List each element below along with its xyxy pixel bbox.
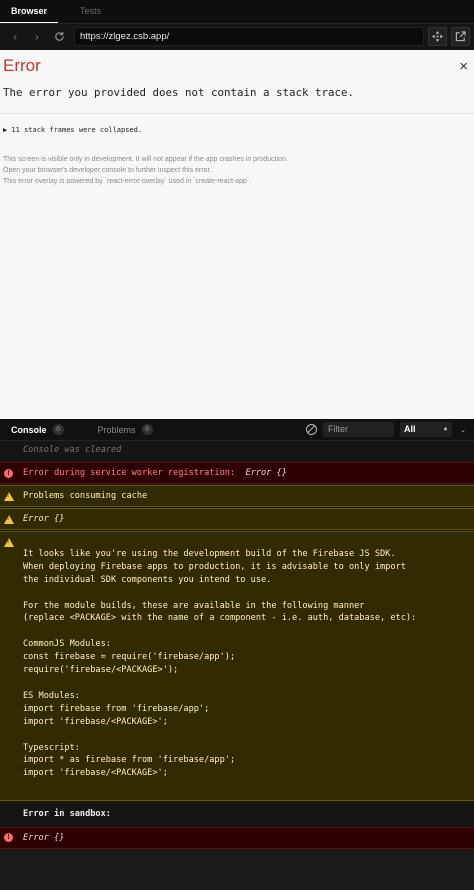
log-text: Error in sandbox:	[23, 809, 111, 819]
error-icon: !	[4, 469, 13, 478]
url-input[interactable]: https://zlgez.csb.app/	[74, 27, 424, 46]
clear-console-icon[interactable]	[306, 424, 317, 435]
tab-problems-label: Problems	[97, 424, 136, 435]
tab-console[interactable]: Console 0	[11, 424, 64, 435]
console-count-badge: 0	[52, 424, 64, 435]
chevron-right-icon: ›	[34, 29, 40, 44]
log-sw-error: ! Error during service worker registrati…	[0, 462, 474, 484]
preview-pane: Error × The error you provided does not …	[0, 50, 474, 419]
console-input-area[interactable]	[0, 850, 474, 890]
stack-frames-toggle[interactable]: ▶ 11 stack frames were collapsed.	[3, 126, 142, 134]
cleared-text: Console was cleared	[23, 445, 122, 455]
log-text: Error during service worker registration…	[23, 468, 287, 478]
level-select[interactable]: All ▴	[400, 422, 452, 437]
console-panel: Console 0 Problems 0 Filter All ▴ ⌄ Cons…	[0, 419, 474, 890]
chevron-left-icon: ‹	[12, 29, 18, 44]
dropdown-arrows-icon: ▴	[443, 426, 447, 432]
back-button[interactable]: ‹	[4, 26, 26, 48]
devtools-button[interactable]	[428, 27, 447, 46]
log-cleared: Console was cleared	[0, 445, 474, 459]
close-overlay-button[interactable]: ×	[459, 58, 468, 75]
log-text: Error {}	[23, 833, 65, 843]
log-warn-error-obj: ! Error {}	[0, 508, 474, 530]
console-note: Open your browser's developer console to…	[3, 167, 212, 174]
log-warn-firebase: ! It looks like you're using the develop…	[0, 531, 474, 801]
dev-note: This screen is visible only in developme…	[3, 156, 288, 163]
console-tabs: Console 0 Problems 0 Filter All ▴ ⌄	[0, 419, 474, 441]
warning-icon: !	[4, 538, 14, 547]
top-tabs: Browser Tests	[0, 0, 474, 24]
warning-icon: !	[4, 515, 14, 524]
log-text: It looks like you're using the developme…	[23, 548, 417, 779]
tab-problems[interactable]: Problems 0	[98, 424, 153, 435]
filter-input[interactable]: Filter	[323, 422, 394, 437]
warning-icon: !	[4, 492, 14, 501]
log-sandbox: Error in sandbox:	[0, 805, 474, 825]
tab-tests[interactable]: Tests	[58, 0, 112, 23]
console-tools: Filter All ▴ ⌄	[306, 422, 474, 437]
overlay-note: This error overlay is powered by `react-…	[3, 178, 252, 185]
open-new-window-button[interactable]	[451, 27, 470, 46]
refresh-icon	[54, 31, 64, 41]
level-select-value: All	[404, 424, 416, 434]
divider	[0, 113, 474, 114]
address-bar: ‹ › https://zlgez.csb.app/	[0, 24, 474, 49]
refresh-button[interactable]	[48, 26, 70, 48]
log-warn-cache: ! Problems consuming cache	[0, 485, 474, 507]
log-text: Problems consuming cache	[23, 491, 148, 501]
chevron-down-icon[interactable]: ⌄	[458, 426, 468, 434]
log-error-object: Error {}	[245, 468, 287, 478]
log-sandbox-error: ! Error {}	[0, 827, 474, 849]
external-link-icon	[455, 31, 466, 42]
log-text: Error {}	[23, 514, 65, 524]
tab-console-label: Console	[11, 424, 47, 435]
error-message: The error you provided does not contain …	[3, 86, 355, 99]
move-icon	[432, 31, 443, 42]
forward-button[interactable]: ›	[26, 26, 48, 48]
error-icon: !	[4, 833, 13, 842]
error-title: Error	[3, 56, 41, 75]
problems-count-badge: 0	[141, 424, 153, 435]
tab-browser[interactable]: Browser	[0, 0, 59, 23]
